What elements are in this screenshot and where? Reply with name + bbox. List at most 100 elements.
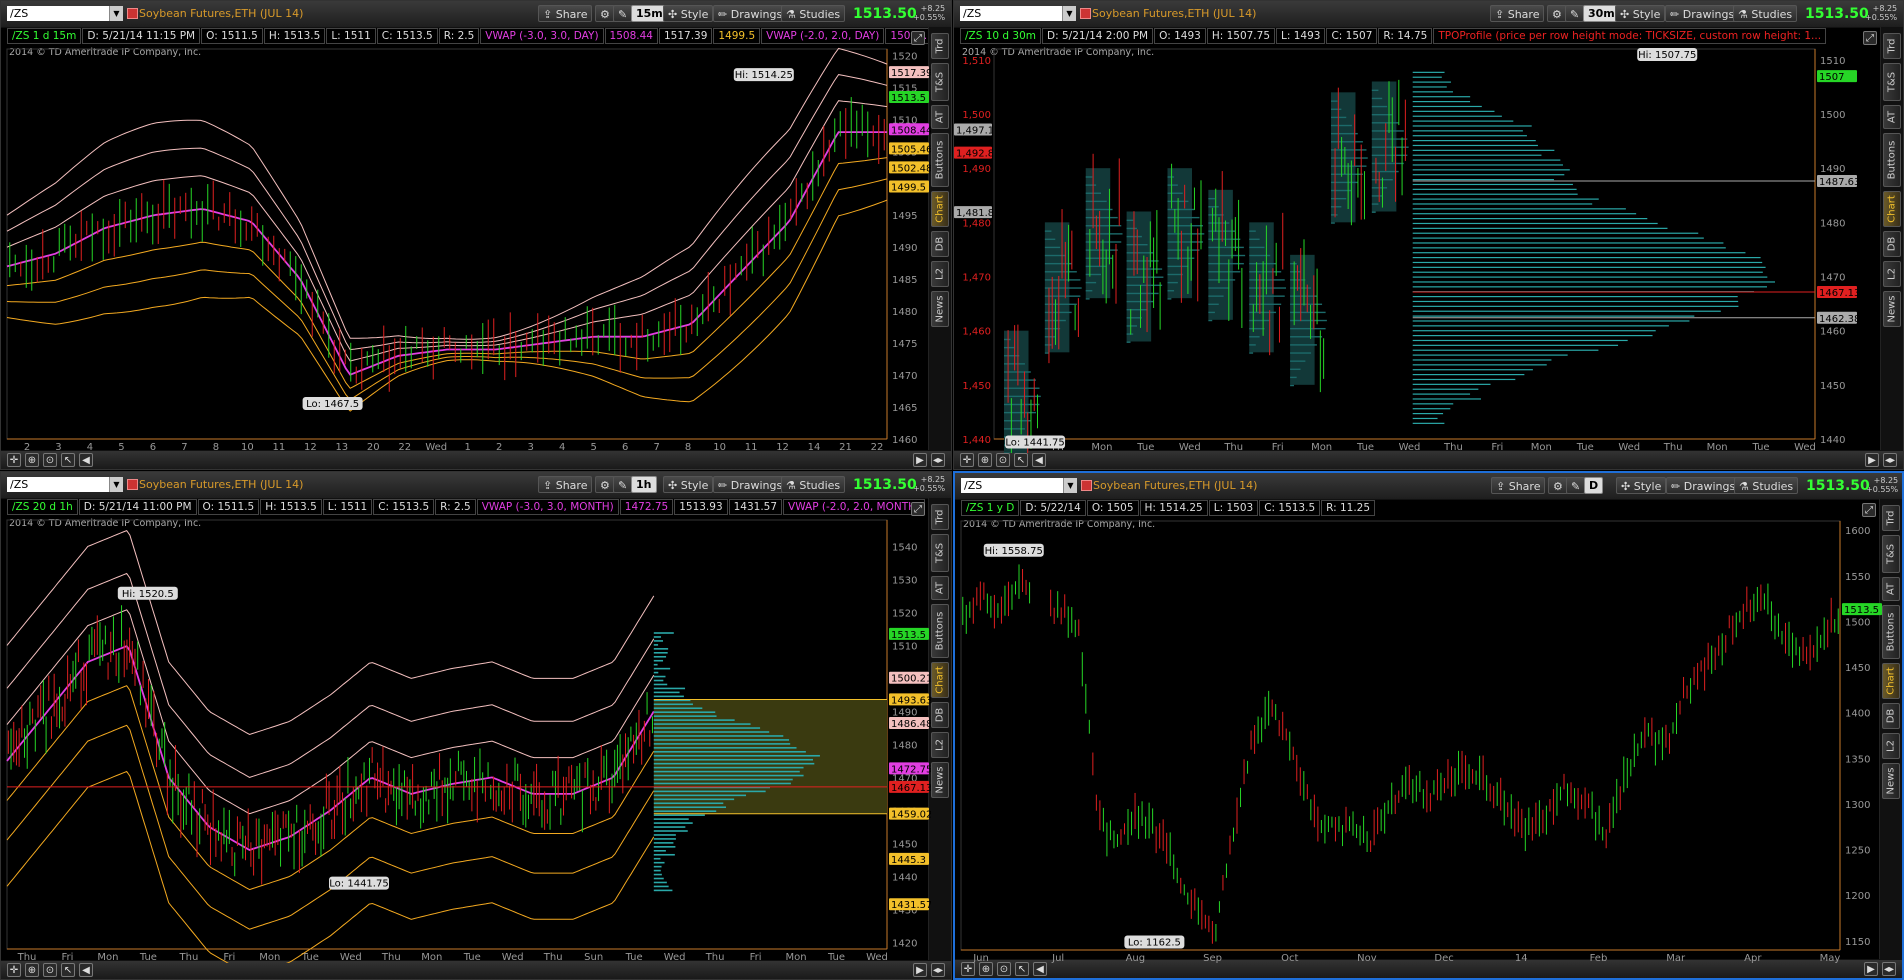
side-tab-ts[interactable]: T&S bbox=[1882, 535, 1900, 573]
share-button[interactable]: ⇪ Share bbox=[538, 5, 593, 22]
style-button[interactable]: ✣ Style bbox=[1615, 5, 1666, 22]
side-tab-trd[interactable]: Trd bbox=[931, 504, 949, 530]
symbol-input[interactable]: /ZS ▼ bbox=[7, 477, 123, 492]
scroll-right-icon[interactable]: ▶ bbox=[913, 963, 927, 977]
side-tab-buttons[interactable]: Buttons bbox=[931, 133, 949, 187]
cursor-icon[interactable]: ↖ bbox=[1014, 453, 1028, 467]
aggregation-button[interactable]: D bbox=[1584, 477, 1604, 494]
aggregation-button[interactable]: 1h bbox=[631, 476, 657, 493]
cursor-icon[interactable]: ↖ bbox=[61, 453, 75, 467]
crosshair-icon[interactable]: ✛ bbox=[961, 962, 975, 976]
side-tab-at[interactable]: AT bbox=[931, 105, 949, 129]
symbol-dropdown-icon[interactable]: ▼ bbox=[1062, 6, 1076, 21]
side-tab-chart[interactable]: Chart bbox=[931, 662, 949, 698]
crosshair-icon[interactable]: ✛ bbox=[7, 453, 21, 467]
style-button[interactable]: ✣ Style bbox=[663, 5, 714, 22]
price-chart[interactable]: 1440 1450 1460 1470 1480 1490 1500 1510 1,440 1,4… bbox=[954, 27, 1883, 453]
chart-panel-4[interactable]: /ZS ▼ Soybean Futures,ETH (JUL 14) ⇪ Share ⚙… bbox=[953, 471, 1904, 980]
side-tab-trd[interactable]: Trd bbox=[1882, 505, 1900, 531]
zoom-in-icon[interactable]: ⊕ bbox=[978, 453, 992, 467]
side-tab-ts[interactable]: T&S bbox=[1883, 63, 1901, 101]
magnifier-icon[interactable]: ⊙ bbox=[997, 962, 1011, 976]
side-tab-at[interactable]: AT bbox=[1882, 577, 1900, 601]
side-tab-l2[interactable]: L2 bbox=[1883, 261, 1901, 287]
side-tab-db[interactable]: DB bbox=[931, 702, 949, 728]
symbol-dropdown-icon[interactable]: ▼ bbox=[1063, 478, 1077, 493]
symbol-dropdown-icon[interactable]: ▼ bbox=[109, 477, 123, 492]
cursor-icon[interactable]: ↖ bbox=[61, 963, 75, 977]
side-tab-buttons[interactable]: Buttons bbox=[931, 604, 949, 658]
scroll-right-icon[interactable]: ▶ bbox=[913, 453, 927, 467]
drawings-button[interactable]: ✏ Drawings bbox=[713, 5, 788, 22]
price-chart[interactable]: 1420143014401450146014701480149015001510… bbox=[1, 498, 931, 963]
side-tab-ts[interactable]: T&S bbox=[931, 63, 949, 101]
fit-chart-icon[interactable]: ◂▸ bbox=[931, 453, 945, 467]
scroll-left-icon[interactable]: ◀ bbox=[1032, 453, 1046, 467]
scroll-left-icon[interactable]: ◀ bbox=[79, 963, 93, 977]
style-button[interactable]: ✣ Style bbox=[663, 476, 714, 493]
symbol-input[interactable]: /ZS ▼ bbox=[961, 478, 1077, 493]
chart-panel-3[interactable]: /ZS ▼ Soybean Futures,ETH (JUL 14) ⇪ Share ⚙… bbox=[0, 471, 952, 980]
side-tab-l2[interactable]: L2 bbox=[931, 261, 949, 287]
fit-chart-icon[interactable]: ◂▸ bbox=[1883, 453, 1897, 467]
side-tab-trd[interactable]: Trd bbox=[931, 33, 949, 59]
scroll-left-icon[interactable]: ◀ bbox=[79, 453, 93, 467]
side-tab-chart[interactable]: Chart bbox=[1883, 191, 1901, 227]
scroll-right-icon[interactable]: ▶ bbox=[1864, 962, 1878, 976]
settings-button[interactable]: ⚙ bbox=[595, 476, 615, 493]
magnifier-icon[interactable]: ⊙ bbox=[43, 453, 57, 467]
share-button[interactable]: ⇪ Share bbox=[1490, 5, 1545, 22]
side-tab-at[interactable]: AT bbox=[1883, 105, 1901, 129]
settings-button[interactable]: ⚙ bbox=[595, 5, 615, 22]
scroll-right-icon[interactable]: ▶ bbox=[1865, 453, 1879, 467]
wrench-button[interactable]: ✎ bbox=[1565, 5, 1585, 22]
side-tab-l2[interactable]: L2 bbox=[1882, 733, 1900, 759]
drawings-button[interactable]: ✏ Drawings bbox=[1665, 5, 1740, 22]
fit-chart-icon[interactable]: ◂▸ bbox=[1882, 962, 1896, 976]
side-tab-news[interactable]: News bbox=[1883, 291, 1901, 327]
symbol-input[interactable]: /ZS ▼ bbox=[7, 6, 123, 21]
side-tab-db[interactable]: DB bbox=[1882, 703, 1900, 729]
studies-button[interactable]: ⚗ Studies bbox=[1734, 477, 1799, 494]
zoom-in-icon[interactable]: ⊕ bbox=[25, 453, 39, 467]
side-tab-news[interactable]: News bbox=[931, 762, 949, 798]
drawings-button[interactable]: ✏ Drawings bbox=[1666, 477, 1741, 494]
side-tab-news[interactable]: News bbox=[1882, 763, 1900, 799]
price-chart[interactable]: 1460146514701475148014851490149515001505… bbox=[1, 27, 931, 453]
side-tab-chart[interactable]: Chart bbox=[931, 191, 949, 227]
drawings-button[interactable]: ✏ Drawings bbox=[713, 476, 788, 493]
side-tab-trd[interactable]: Trd bbox=[1883, 33, 1901, 59]
fit-chart-icon[interactable]: ◂▸ bbox=[931, 963, 945, 977]
side-tab-news[interactable]: News bbox=[931, 291, 949, 327]
style-button[interactable]: ✣ Style bbox=[1616, 477, 1667, 494]
wrench-button[interactable]: ✎ bbox=[1566, 477, 1586, 494]
symbol-input[interactable]: /ZS ▼ bbox=[960, 6, 1076, 21]
wrench-button[interactable]: ✎ bbox=[613, 5, 633, 22]
studies-button[interactable]: ⚗ Studies bbox=[1733, 5, 1798, 22]
cursor-icon[interactable]: ↖ bbox=[1015, 962, 1029, 976]
zoom-in-icon[interactable]: ⊕ bbox=[979, 962, 993, 976]
settings-button[interactable]: ⚙ bbox=[1548, 477, 1568, 494]
side-tab-l2[interactable]: L2 bbox=[931, 732, 949, 758]
side-tab-db[interactable]: DB bbox=[931, 231, 949, 257]
symbol-dropdown-icon[interactable]: ▼ bbox=[109, 6, 123, 21]
side-tab-ts[interactable]: T&S bbox=[931, 534, 949, 572]
magnifier-icon[interactable]: ⊙ bbox=[996, 453, 1010, 467]
price-chart[interactable]: 1150 1200 1250 1300 1350 1400 1450 1500 1550 1600… bbox=[955, 499, 1884, 964]
settings-button[interactable]: ⚙ bbox=[1547, 5, 1567, 22]
side-tab-db[interactable]: DB bbox=[1883, 231, 1901, 257]
crosshair-icon[interactable]: ✛ bbox=[960, 453, 974, 467]
side-tab-buttons[interactable]: Buttons bbox=[1882, 605, 1900, 659]
side-tab-at[interactable]: AT bbox=[931, 576, 949, 600]
scroll-left-icon[interactable]: ◀ bbox=[1033, 962, 1047, 976]
studies-button[interactable]: ⚗ Studies bbox=[781, 476, 846, 493]
side-tab-buttons[interactable]: Buttons bbox=[1883, 133, 1901, 187]
wrench-button[interactable]: ✎ bbox=[613, 476, 633, 493]
chart-panel-2[interactable]: /ZS ▼ Soybean Futures,ETH (JUL 14) ⇪ Share ⚙… bbox=[953, 0, 1904, 470]
chart-panel-1[interactable]: /ZS ▼ Soybean Futures,ETH (JUL 14) ⇪ Share ⚙… bbox=[0, 0, 952, 470]
zoom-in-icon[interactable]: ⊕ bbox=[25, 963, 39, 977]
crosshair-icon[interactable]: ✛ bbox=[7, 963, 21, 977]
share-button[interactable]: ⇪ Share bbox=[538, 476, 593, 493]
side-tab-chart[interactable]: Chart bbox=[1882, 663, 1900, 699]
magnifier-icon[interactable]: ⊙ bbox=[43, 963, 57, 977]
